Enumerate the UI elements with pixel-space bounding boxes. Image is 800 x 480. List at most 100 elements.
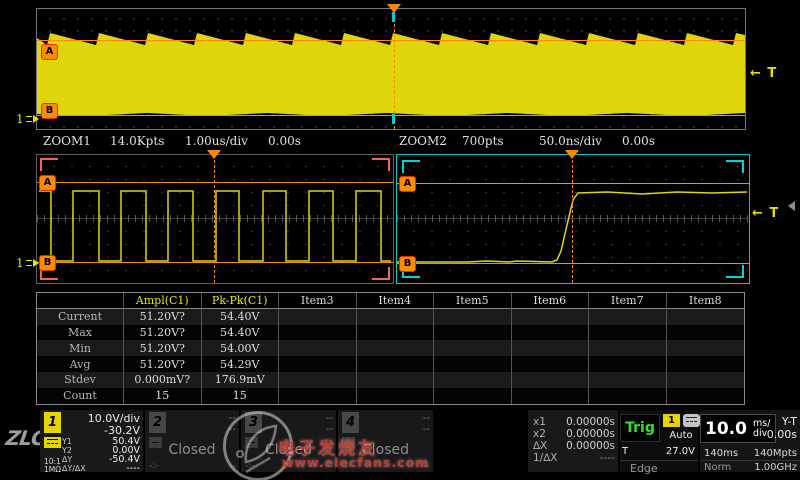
table-cell — [357, 356, 435, 372]
table-column-header[interactable]: Item8 — [667, 293, 745, 309]
table-cell: 51.20V? — [124, 325, 202, 341]
table-column-header[interactable]: Ampl(C1) — [124, 293, 202, 309]
channel1-panel[interactable]: 1 10.0V/div -30.2V Y150.4VY20.00V∆Y-50.4… — [40, 410, 143, 472]
oscilloscope-screen: A B 1 ← T ZOOM1 14.0Kpts 1.00us/div 0.00… — [0, 0, 800, 480]
zoom2-cursor-b-badge[interactable]: B — [399, 256, 416, 272]
status-bar: ZLG® 1 10.0V/div -30.2V Y150.4VY20.00V∆Y… — [0, 408, 800, 480]
table-cell — [279, 356, 357, 372]
table-cell — [434, 356, 512, 372]
zoom1-ground-marker[interactable]: 1 — [16, 256, 39, 270]
zoom1-delay[interactable]: 0.00s — [268, 134, 301, 150]
cursor-row-value: 0.00000s — [566, 428, 615, 440]
channel1-badge[interactable]: 1 — [44, 412, 61, 433]
cursor-b-badge[interactable]: B — [41, 103, 58, 119]
channel1-cursor-label: ∆Y — [62, 455, 72, 464]
timebase-scale-box[interactable]: 10.0 ms/ div — [700, 414, 776, 443]
zoom1-cursor-b-line[interactable] — [37, 262, 393, 263]
table-cell — [589, 309, 667, 325]
table-cell — [357, 325, 435, 341]
trigger-panel[interactable]: Trig 1 Auto T 27.0V Edge — [620, 410, 698, 472]
measurement-table: Ampl(C1)Pk-Pk(C1)Item3Item4Item5Item6Ite… — [36, 292, 745, 405]
cursor-a-line[interactable] — [37, 40, 745, 41]
table-cell — [589, 388, 667, 404]
display-mode: Y-T — [782, 415, 797, 428]
zoom2-cursor-a-line[interactable] — [397, 183, 749, 184]
ground-arrow-icon — [33, 115, 39, 123]
table-cell — [434, 388, 512, 404]
zoom2-trigger-marker-icon[interactable] — [565, 150, 579, 159]
cursor-b-line[interactable] — [37, 115, 745, 116]
zoom2-delay[interactable]: 0.00s — [622, 134, 655, 150]
trigger-source-badge[interactable]: 1 — [663, 414, 680, 427]
timebase-delay: 0.00s — [767, 428, 797, 441]
cursor-row-value: 0.00000s — [566, 416, 615, 428]
zoom2-timebase[interactable]: 50.0ns/div — [539, 134, 602, 150]
zoom1-timebase[interactable]: 1.00us/div — [185, 134, 248, 150]
channel1-cursor-label: Y1 — [62, 437, 72, 446]
cursor-readout-panel[interactable]: x10.00000sx20.00000s∆X0.00000s1/∆X---- — [528, 410, 618, 472]
table-cell: 54.40V — [202, 309, 280, 325]
channel-scale-placeholder: -- — [326, 413, 333, 424]
table-column-header[interactable]: Item7 — [589, 293, 667, 309]
channel-time-placeholder: -:- — [149, 461, 159, 471]
trigger-type: Edge — [630, 462, 658, 475]
cursor-a-badge[interactable]: A — [41, 44, 58, 60]
main-trigger-level-marker[interactable]: ← T — [750, 66, 777, 81]
zoom1-cursor-a-line[interactable] — [37, 182, 393, 183]
window-span: 140ms — [704, 448, 738, 459]
table-cell — [434, 372, 512, 388]
table-corner-cell — [37, 293, 124, 309]
table-row-label: Stdev — [37, 372, 124, 388]
channel2-badge[interactable]: 2 — [149, 412, 166, 433]
table-cell — [512, 309, 590, 325]
table-column-header[interactable]: Item4 — [357, 293, 435, 309]
dc-coupling-icon — [44, 437, 61, 448]
table-cell — [512, 356, 590, 372]
table-cell — [279, 340, 357, 356]
ground-step-icon — [26, 116, 32, 122]
zoom2-title: ZOOM2 — [399, 134, 447, 150]
table-cell: 54.29V — [202, 356, 280, 372]
table-cell — [357, 309, 435, 325]
table-cell — [434, 309, 512, 325]
table-cell: 51.20V? — [124, 309, 202, 325]
table-cell — [589, 372, 667, 388]
cursor-row-value: 0.00000s — [566, 440, 615, 452]
zoom1-trigger-marker-icon[interactable] — [207, 150, 221, 159]
table-cell — [512, 340, 590, 356]
table-cell — [512, 388, 590, 404]
trigger-position-line[interactable] — [394, 9, 395, 129]
table-cell: 51.20V? — [124, 356, 202, 372]
table-row-label: Avg — [37, 356, 124, 372]
zoom2-cursor-b-line[interactable] — [397, 263, 749, 264]
zoom2-trigger-line[interactable] — [572, 155, 573, 283]
channel1-cursor-value: ---- — [126, 463, 140, 474]
cursor-row-label: x2 — [533, 428, 546, 440]
ground-step-icon — [26, 260, 32, 266]
table-column-header[interactable]: Item3 — [279, 293, 357, 309]
zoom2-cursor-a-badge[interactable]: A — [399, 176, 416, 192]
channel1-ground-number: 1 — [16, 112, 24, 126]
zoom2-trigger-level-marker[interactable]: ← T — [752, 206, 779, 221]
trigger-status: Trig — [620, 414, 660, 442]
channel-position-placeholder: -- — [423, 424, 430, 435]
trigger-line-top-mark — [392, 12, 395, 22]
zoom1-cursor-a-badge[interactable]: A — [39, 175, 56, 191]
table-cell — [279, 309, 357, 325]
zoom1-trigger-line[interactable] — [214, 155, 215, 283]
channel1-ground-marker[interactable]: 1 — [16, 112, 39, 126]
menu-collapse-arrow-icon[interactable] — [788, 201, 795, 211]
table-column-header[interactable]: Item6 — [512, 293, 590, 309]
timebase-panel[interactable]: 10.0 ms/ div Y-T 0.00s 140ms 140Mpts Nor… — [700, 410, 800, 472]
channel4-badge[interactable]: 4 — [342, 412, 359, 433]
sample-rate: 1.00GHz — [754, 462, 797, 473]
zoom1-cursor-b-badge[interactable]: B — [39, 255, 56, 271]
table-cell — [357, 372, 435, 388]
table-cell — [434, 325, 512, 341]
table-row-label: Max — [37, 325, 124, 341]
trigger-position-marker-icon[interactable] — [387, 4, 401, 13]
table-column-header[interactable]: Item5 — [434, 293, 512, 309]
table-column-header[interactable]: Pk-Pk(C1) — [202, 293, 280, 309]
table-cell — [667, 309, 745, 325]
table-cell — [667, 340, 745, 356]
